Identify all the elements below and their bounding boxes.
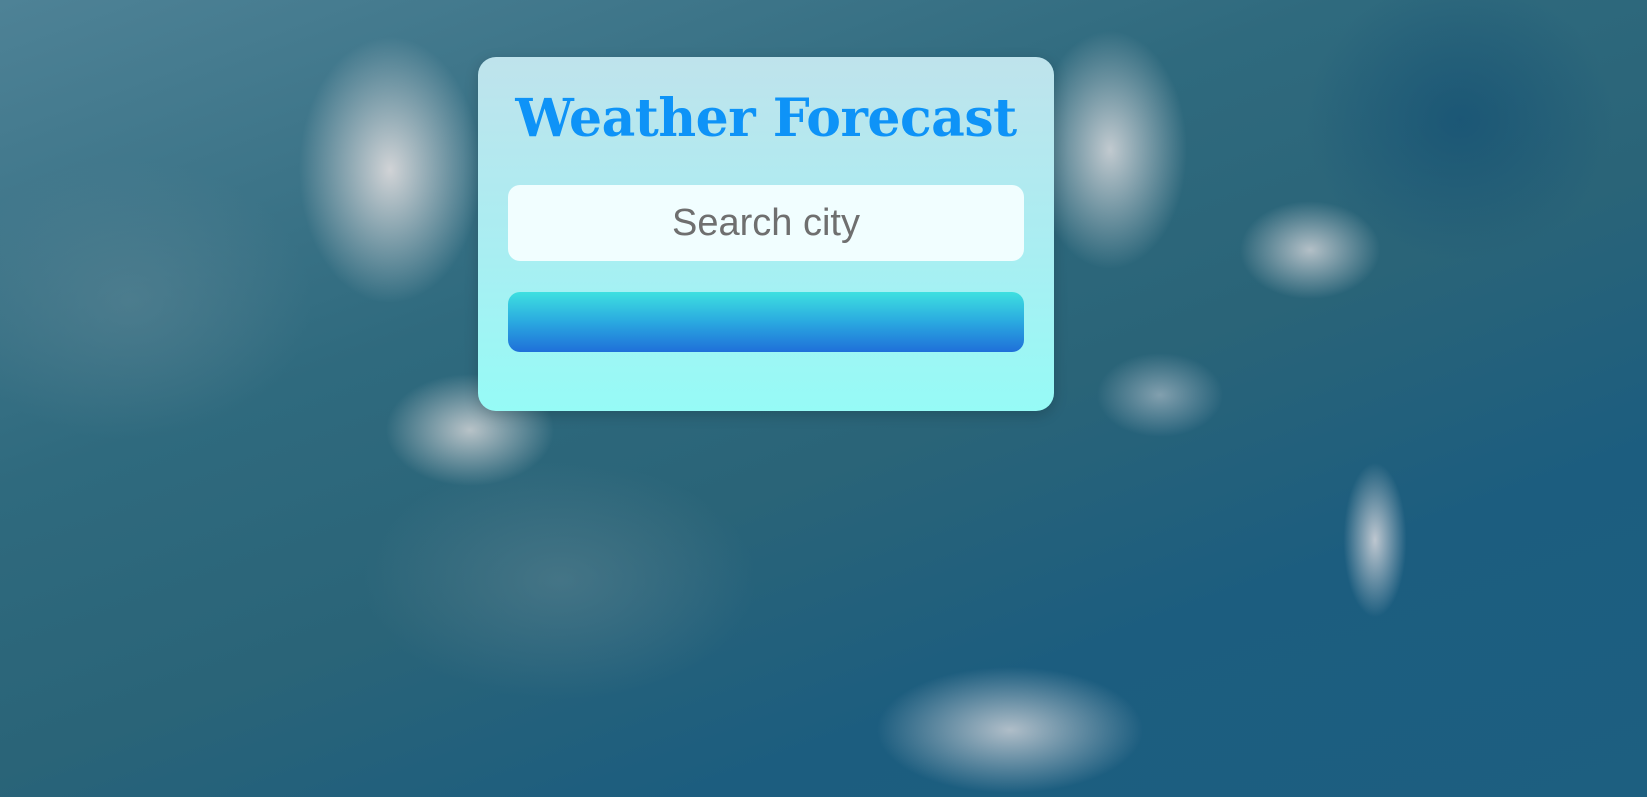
search-input[interactable] [508,185,1024,261]
page-background: { "app": { "title": "Weather Forecast" }… [0,0,1647,797]
search-button[interactable] [508,292,1024,352]
weather-card: Weather Forecast [478,57,1054,411]
page-title: Weather Forecast [515,88,1017,149]
